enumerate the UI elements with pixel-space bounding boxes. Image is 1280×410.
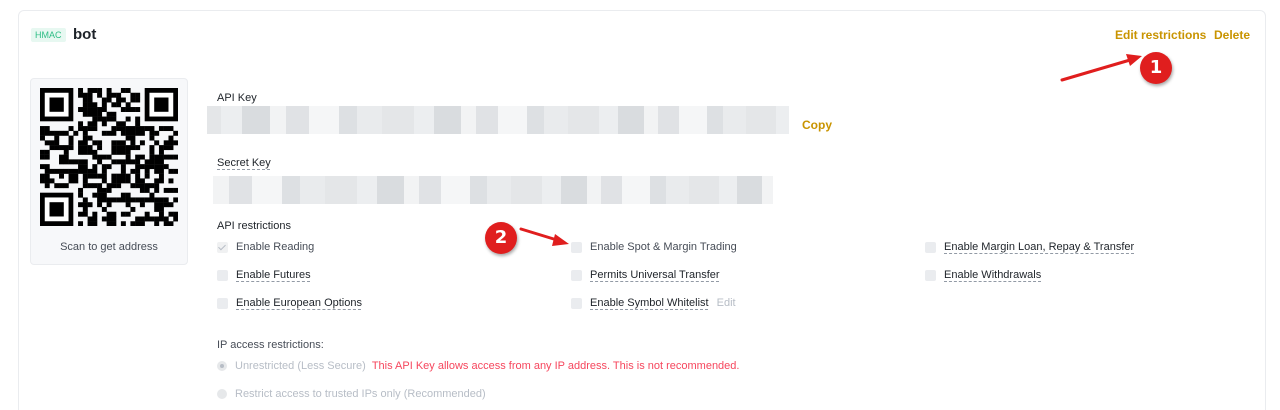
option-label: Enable Reading [236,241,315,253]
checkbox[interactable] [571,241,582,253]
annotation-arrow-1 [1060,54,1142,82]
whitelist-edit-link[interactable]: Edit [717,297,736,309]
enable-reading-checkbox[interactable]: Enable Reading [217,241,314,253]
option-label: Enable European Options [236,297,362,309]
enable-withdrawals-checkbox[interactable]: Enable Withdrawals [925,269,1041,281]
radio-label: Restrict access to trusted IPs only (Rec… [235,388,486,400]
api-key-name: bot [73,26,97,43]
api-key-label: API Key [217,92,257,104]
ip-restrictions-title: IP access restrictions: [217,339,324,351]
option-label: Enable Symbol Whitelist [590,297,709,309]
unrestricted-radio[interactable]: Unrestricted (Less Secure) This API Key … [217,360,739,372]
enable-symbol-whitelist-checkbox[interactable]: Enable Symbol Whitelist Edit [571,297,736,309]
secret-key-value [213,176,773,204]
radio-selected[interactable] [217,361,227,371]
checkbox[interactable] [925,269,936,281]
checkbox[interactable] [217,297,228,309]
secret-key-label: Secret Key [217,157,271,169]
enable-european-options-checkbox[interactable]: Enable European Options [217,297,362,309]
annotation-marker-1: 1 [1140,52,1172,84]
option-label: Permits Universal Transfer [590,269,720,281]
api-restrictions-title: API restrictions [217,220,291,232]
checkbox[interactable] [571,297,582,309]
radio-label: Unrestricted (Less Secure) [235,360,366,372]
delete-button[interactable]: Delete [1214,28,1250,42]
qr-caption: Scan to get address [60,241,158,253]
enable-spot-margin-trading-checkbox[interactable]: Enable Spot & Margin Trading [571,241,737,253]
annotation-marker-2: 2 [485,222,517,254]
ip-warning-text: This API Key allows access from any IP a… [371,360,740,372]
checkbox-checked[interactable] [217,241,228,253]
permits-universal-transfer-checkbox[interactable]: Permits Universal Transfer [571,269,720,281]
option-label: Enable Futures [236,269,311,281]
restrict-ips-radio[interactable]: Restrict access to trusted IPs only (Rec… [217,388,486,400]
option-label: Enable Spot & Margin Trading [590,241,737,253]
checkbox[interactable] [571,269,582,281]
copy-button[interactable]: Copy [802,118,832,132]
annotation-arrow-2 [519,227,569,246]
option-label: Enable Margin Loan, Repay & Transfer [944,241,1135,253]
edit-restrictions-button[interactable]: Edit restrictions [1115,28,1206,42]
api-key-value [207,106,789,134]
radio[interactable] [217,389,227,399]
hmac-badge: HMAC [31,28,66,42]
option-label: Enable Withdrawals [944,269,1042,281]
enable-futures-checkbox[interactable]: Enable Futures [217,269,311,281]
enable-margin-loan-checkbox[interactable]: Enable Margin Loan, Repay & Transfer [925,241,1134,253]
qr-code-icon [40,88,178,226]
checkbox[interactable] [217,269,228,281]
checkbox[interactable] [925,241,936,253]
